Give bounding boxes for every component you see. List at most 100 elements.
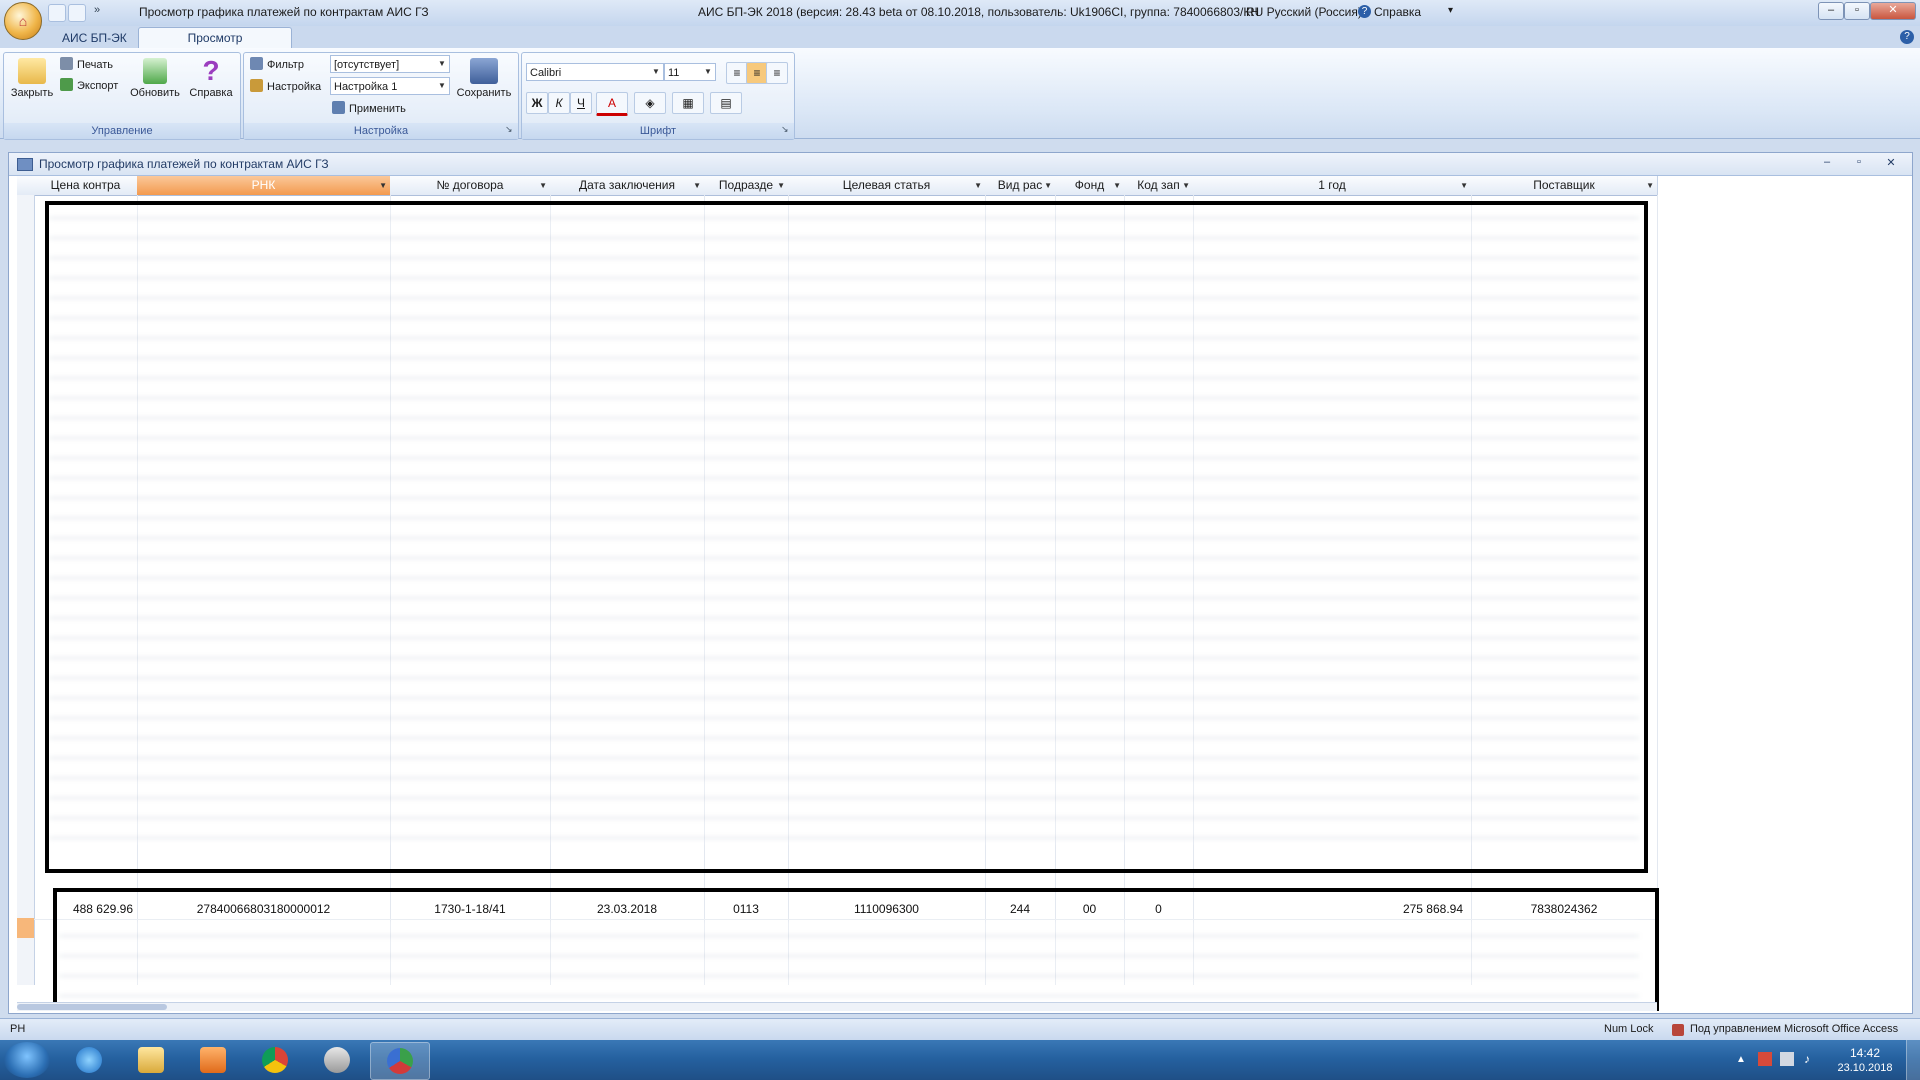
taskbar-chrome[interactable] <box>246 1042 304 1078</box>
font-launcher-icon[interactable]: ↘ <box>781 124 789 135</box>
column-header-division[interactable]: Подразде ▼ <box>704 176 789 196</box>
taskbar-ie[interactable] <box>60 1042 118 1078</box>
column-header-expense-type[interactable]: Вид рас ▼ <box>985 176 1056 196</box>
chevron-down-icon: ▼ <box>652 67 660 76</box>
italic-button[interactable]: К <box>548 92 570 114</box>
refresh-button[interactable]: Обновить <box>128 58 182 99</box>
font-name-select[interactable]: Calibri ▼ <box>526 63 664 81</box>
column-header-year1[interactable]: 1 год ▼ <box>1193 176 1472 196</box>
bold-button[interactable]: Ж <box>526 92 548 114</box>
window-app-info: АИС БП-ЭК 2018 (версия: 28.43 beta от 08… <box>698 5 1259 19</box>
column-header-code[interactable]: Код зап ▼ <box>1124 176 1194 196</box>
scrollbar-thumb[interactable] <box>17 1004 167 1010</box>
help-icon[interactable]: ? <box>1358 5 1371 18</box>
filter-dropdown-icon[interactable]: ▼ <box>1182 176 1190 195</box>
language-indicator[interactable]: RU Русский (Россия) <box>1246 5 1362 19</box>
close-button[interactable]: Закрыть <box>8 58 56 99</box>
filter-dropdown-icon[interactable]: ▼ <box>379 176 387 195</box>
subwindow-close-button[interactable]: ✕ <box>1881 156 1901 171</box>
filter-button[interactable]: Фильтр <box>250 56 304 74</box>
filter-select[interactable]: [отсутствует] ▼ <box>330 55 450 73</box>
group-font-label: Шрифт <box>522 123 794 139</box>
taskbar-tools[interactable] <box>308 1042 366 1078</box>
clock-date[interactable]: 23.10.2018 <box>1830 1062 1900 1074</box>
font-size-value: 11 <box>668 67 680 79</box>
filter-dropdown-icon[interactable]: ▼ <box>539 176 547 195</box>
column-header-supplier-label: Поставщик <box>1533 178 1595 192</box>
close-window-button[interactable]: ✕ <box>1870 2 1916 20</box>
help-button[interactable]: ? Справка <box>186 57 236 100</box>
align-left-icon[interactable]: ≡ <box>726 62 748 84</box>
office-button[interactable]: ⌂ <box>4 2 42 40</box>
tab-view[interactable]: Просмотр <box>138 27 292 48</box>
floppy-disk-icon <box>470 58 498 84</box>
tray-volume-icon[interactable]: ♪ <box>1804 1052 1810 1066</box>
ribbon-help-icon[interactable]: ? <box>1900 30 1914 44</box>
row-selector-column[interactable] <box>17 195 35 985</box>
group-manage-label: Управление <box>4 123 240 139</box>
filter-dropdown-icon[interactable]: ▼ <box>1044 176 1052 195</box>
font-color-button[interactable]: A <box>596 92 628 116</box>
column-header-price[interactable]: Цена контра <box>34 176 138 196</box>
filter-dropdown-icon[interactable]: ▼ <box>693 176 701 195</box>
export-button[interactable]: Экспорт <box>60 77 118 95</box>
tab-ais-bp-ek[interactable]: АИС БП-ЭК <box>46 28 143 48</box>
start-button[interactable] <box>4 1042 50 1078</box>
column-header-date[interactable]: Дата заключения ▼ <box>550 176 705 196</box>
filter-dropdown-icon[interactable]: ▼ <box>1460 176 1468 195</box>
subwindow-minimize-button[interactable]: – <box>1817 156 1837 171</box>
alternate-row-color-icon[interactable]: ▤ <box>710 92 742 114</box>
maximize-button[interactable]: ▫ <box>1844 2 1870 20</box>
column-header-rnk[interactable]: РНК ▼ <box>137 176 391 196</box>
chevron-down-icon: ▼ <box>438 81 446 90</box>
show-desktop-button[interactable] <box>1906 1040 1920 1080</box>
taskbar-media[interactable] <box>184 1042 242 1078</box>
column-header-fund-label: Фонд <box>1074 178 1105 192</box>
taskbar-ais[interactable] <box>370 1042 430 1080</box>
filter-dropdown-icon[interactable]: ▼ <box>974 176 982 195</box>
grid-window-titlebar: Просмотр графика платежей по контрактам … <box>9 153 1912 176</box>
help-dropdown-icon[interactable]: ▾ <box>1448 5 1453 16</box>
underline-button[interactable]: Ч <box>570 92 592 114</box>
qat-redo-icon[interactable] <box>68 4 86 22</box>
save-label: Сохранить <box>456 87 512 99</box>
tray-flag-icon[interactable] <box>1758 1052 1772 1066</box>
tray-network-icon[interactable] <box>1780 1052 1794 1066</box>
filter-dropdown-icon[interactable]: ▼ <box>1113 176 1121 195</box>
column-header-year1-label: 1 год <box>1318 178 1346 192</box>
column-header-rnk-label: РНК <box>251 178 276 192</box>
settings-button[interactable]: Настройка <box>250 78 321 96</box>
font-size-select[interactable]: 11 ▼ <box>664 63 716 81</box>
ais-app-icon <box>387 1048 413 1074</box>
fill-color-icon[interactable]: ◈ <box>634 92 666 114</box>
apply-icon <box>332 101 345 114</box>
align-center-icon[interactable]: ≡ <box>746 62 768 84</box>
save-button[interactable]: Сохранить <box>454 58 514 99</box>
align-right-icon[interactable]: ≡ <box>766 62 788 84</box>
horizontal-scrollbar[interactable] <box>17 1002 1657 1011</box>
subwindow-maximize-button[interactable]: ▫ <box>1849 156 1869 171</box>
status-numlock: Num Lock <box>1604 1023 1654 1035</box>
tray-show-hidden-icon[interactable]: ▲ <box>1736 1054 1746 1065</box>
gridlines-icon[interactable]: ▦ <box>672 92 704 114</box>
column-header-contract[interactable]: № договора ▼ <box>390 176 551 196</box>
column-header-supplier[interactable]: Поставщик ▼ <box>1471 176 1658 196</box>
print-button[interactable]: Печать <box>60 56 113 74</box>
select-all-corner[interactable] <box>17 176 35 196</box>
settings-select[interactable]: Настройка 1 ▼ <box>330 77 450 95</box>
minimize-button[interactable]: – <box>1818 2 1844 20</box>
clock-time[interactable]: 14:42 <box>1830 1046 1900 1060</box>
printer-icon <box>60 57 73 70</box>
column-header-target[interactable]: Целевая статья ▼ <box>788 176 986 196</box>
help-link[interactable]: Справка <box>1374 5 1421 19</box>
taskbar-explorer[interactable] <box>122 1042 180 1078</box>
qat-undo-icon[interactable] <box>48 4 66 22</box>
qat-more-icon[interactable]: » <box>94 4 100 16</box>
apply-label: Применить <box>349 103 406 115</box>
filter-dropdown-icon[interactable]: ▼ <box>1646 176 1654 195</box>
filter-dropdown-icon[interactable]: ▼ <box>777 176 785 195</box>
settings-launcher-icon[interactable]: ↘ <box>505 124 513 135</box>
redaction-frame-bottom <box>53 888 1659 1011</box>
apply-button[interactable]: Применить <box>332 100 406 118</box>
column-header-fund[interactable]: Фонд ▼ <box>1055 176 1125 196</box>
